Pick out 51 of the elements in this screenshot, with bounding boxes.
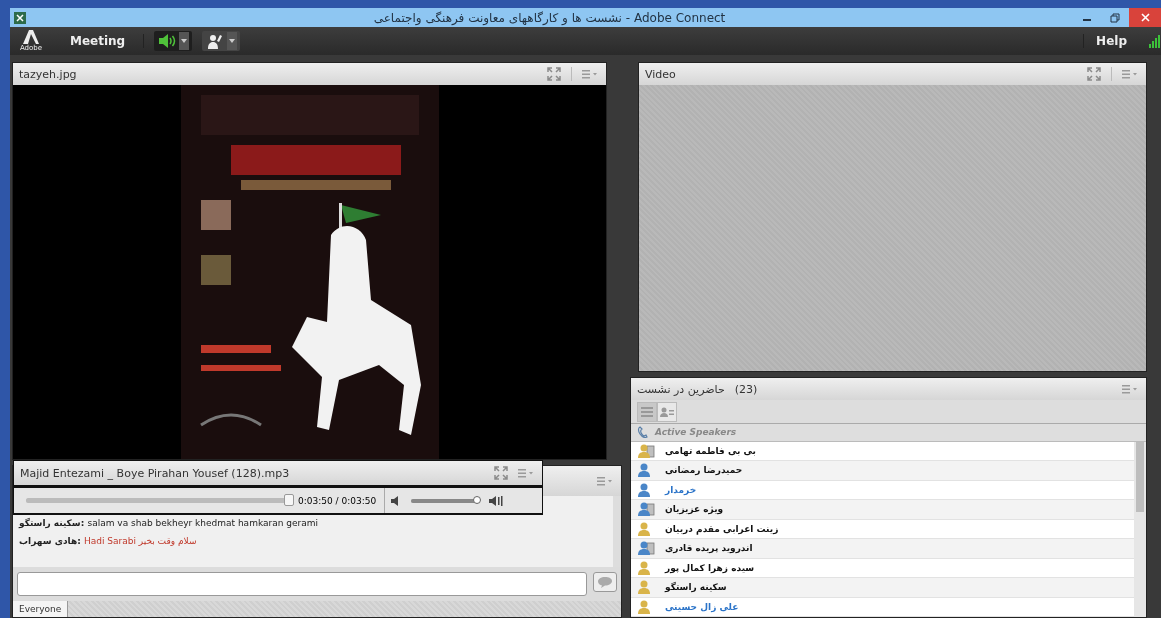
- attendee-name[interactable]: سیده زهرا کمال پور: [665, 562, 755, 573]
- volume-slider[interactable]: [411, 498, 478, 503]
- pod-menu-icon[interactable]: [597, 476, 613, 486]
- attendee-name[interactable]: سکینه راستگو: [665, 582, 727, 593]
- time-readout: 0:03:50 / 0:03:50: [298, 488, 386, 513]
- app-icon: [14, 11, 26, 24]
- attendee-name[interactable]: علی زال حسینی: [665, 601, 739, 612]
- caret-icon[interactable]: [181, 39, 188, 43]
- raise-hand-button[interactable]: [202, 31, 241, 51]
- signal-icon: [1149, 34, 1161, 48]
- pod-menu-icon[interactable]: [1122, 69, 1138, 79]
- maximize-icon[interactable]: [1087, 67, 1101, 81]
- attendee-count: (23): [734, 382, 758, 396]
- attendee-name[interactable]: خرمدار: [665, 484, 697, 495]
- send-button[interactable]: [593, 572, 617, 592]
- chat-message: هادی سهراب: Hadi Sarabi سلام وقت بخیر: [19, 536, 198, 546]
- person-list-icon: [660, 406, 674, 417]
- pod-title: حاضرین در نشست: [637, 382, 725, 396]
- list-icon: [641, 406, 653, 417]
- pod-menu-icon[interactable]: [582, 69, 598, 79]
- list-view-button[interactable]: [637, 401, 657, 422]
- menu-item[interactable]: Meeting: [52, 34, 145, 48]
- attendee-name[interactable]: اندروید پریده قادری: [665, 543, 753, 554]
- maximize-icon[interactable]: [494, 466, 508, 480]
- caret-icon[interactable]: [229, 39, 236, 43]
- close-icon: [1140, 13, 1150, 22]
- chat-input[interactable]: [17, 572, 587, 596]
- help-menu[interactable]: Help: [1083, 34, 1139, 48]
- pod-title: Video: [645, 67, 677, 81]
- speaker-icon: [157, 33, 178, 49]
- attendee-name[interactable]: زینت اعرابی مقدم دربیان: [665, 523, 779, 534]
- card-view-button[interactable]: [657, 401, 677, 422]
- attendee-name[interactable]: حمیدرضا رمضانی: [665, 465, 743, 476]
- pod-title: tazyeh.jpg: [19, 67, 78, 81]
- chat-tab[interactable]: Everyone: [13, 601, 69, 617]
- phone-icon: [637, 426, 649, 439]
- speaker-button[interactable]: [154, 31, 193, 51]
- maximize-icon[interactable]: [547, 67, 561, 81]
- scrollbar[interactable]: [1134, 441, 1146, 617]
- pod-menu-icon[interactable]: [1122, 384, 1138, 394]
- speech-bubble-icon: [597, 576, 613, 588]
- pod-menu-icon[interactable]: [518, 468, 534, 478]
- scrollbar[interactable]: [613, 496, 621, 567]
- window-title: نشست ها و کارگاههای معاونت فرهنگی واجتماعی - Adobe Connect: [372, 10, 727, 25]
- attendee-name[interactable]: بی بی فاطمه تهامی: [665, 445, 756, 456]
- pod-title: Majid Entezami _ Boye Pirahan Yousef (128).mp3: [20, 466, 291, 480]
- volume-high-icon[interactable]: [487, 495, 504, 506]
- restore-icon: [1110, 12, 1120, 23]
- attendee-name[interactable]: ویژه عزیزیان: [665, 504, 724, 515]
- close-button[interactable]: [1129, 8, 1161, 27]
- section-header: Active Speakers: [655, 427, 737, 438]
